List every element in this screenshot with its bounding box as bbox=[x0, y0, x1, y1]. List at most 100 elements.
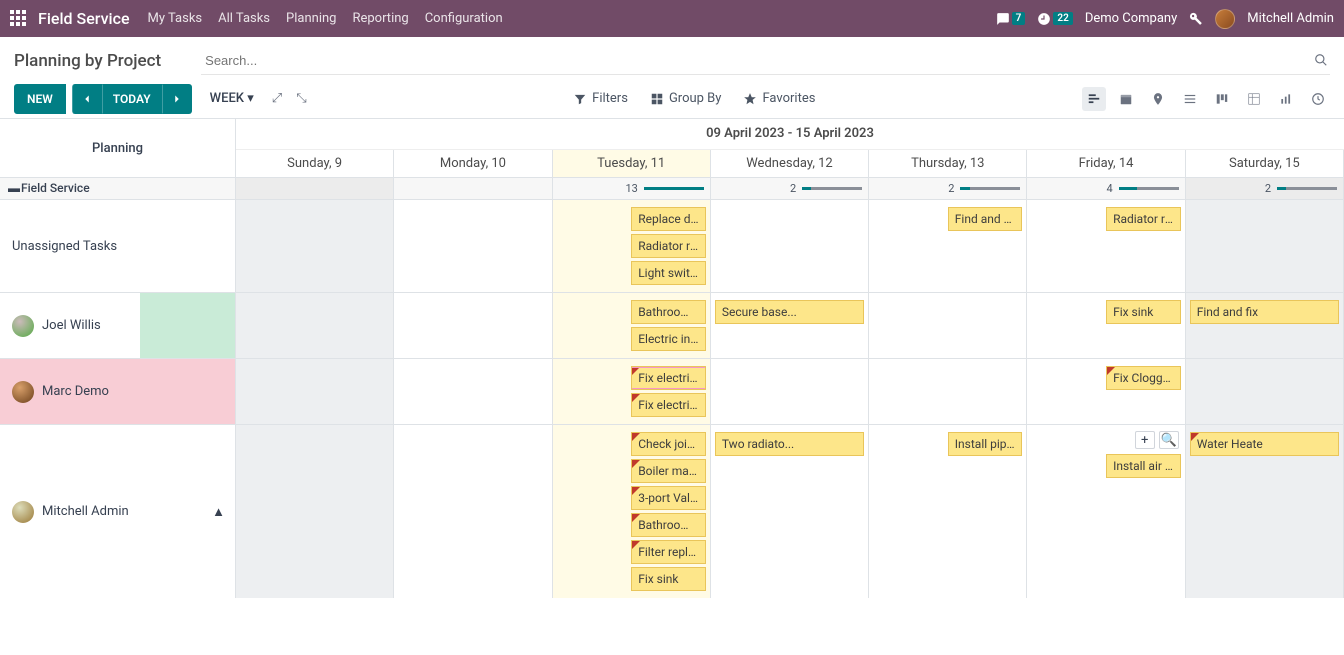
task-pill[interactable]: Two radiato... bbox=[715, 432, 864, 456]
search-input[interactable] bbox=[201, 47, 1330, 75]
planner-cell[interactable] bbox=[711, 359, 869, 424]
task-pill[interactable]: Radiator re... bbox=[1106, 207, 1181, 231]
task-pill[interactable]: Water Heate bbox=[1190, 432, 1339, 456]
task-pill[interactable]: Radiator re... bbox=[631, 234, 706, 258]
task-pill[interactable]: 3-port Valve... bbox=[631, 486, 706, 510]
task-pill[interactable]: Install air ex... bbox=[1106, 454, 1181, 478]
view-graph-icon[interactable] bbox=[1274, 87, 1298, 111]
prev-button[interactable] bbox=[72, 84, 102, 114]
row-label[interactable]: Unassigned Tasks bbox=[0, 200, 236, 292]
task-label: Secure base... bbox=[722, 305, 797, 319]
nav-configuration[interactable]: Configuration bbox=[425, 11, 503, 26]
view-kanban-icon[interactable] bbox=[1210, 87, 1234, 111]
planner-cell[interactable]: Fix electricals Fix electric c... bbox=[553, 359, 711, 424]
company-name[interactable]: Demo Company bbox=[1085, 11, 1177, 26]
view-gantt-icon[interactable] bbox=[1082, 87, 1106, 111]
nav-all-tasks[interactable]: All Tasks bbox=[218, 11, 270, 26]
task-pill[interactable]: Replace def... bbox=[631, 207, 706, 231]
task-pill[interactable]: Fix sink bbox=[631, 567, 706, 591]
priority-corner-icon bbox=[632, 367, 640, 375]
planner-cell[interactable] bbox=[869, 293, 1027, 358]
groupby-button[interactable]: Group By bbox=[650, 91, 722, 106]
task-pill[interactable]: Bathroom ti... bbox=[631, 300, 706, 324]
task-pill[interactable]: Install pipeli... bbox=[948, 432, 1023, 456]
planner-cell[interactable]: Install pipeli... bbox=[869, 425, 1027, 598]
planner-cell[interactable] bbox=[236, 293, 394, 358]
planner-cell[interactable]: Fix sink bbox=[1027, 293, 1185, 358]
planner-cell[interactable]: Check joints Boiler maint... 3-port Valve.… bbox=[553, 425, 711, 598]
planner-cell[interactable] bbox=[236, 359, 394, 424]
filters-button[interactable]: Filters bbox=[573, 91, 628, 106]
day-header: Saturday, 15 bbox=[1186, 150, 1344, 178]
row-name: Unassigned Tasks bbox=[12, 239, 117, 254]
wrench-icon[interactable] bbox=[1189, 12, 1203, 26]
nav-my-tasks[interactable]: My Tasks bbox=[148, 11, 203, 26]
add-icon[interactable]: + bbox=[1135, 431, 1155, 449]
planner-cell[interactable]: Find and fix ... bbox=[869, 200, 1027, 292]
group-row[interactable]: ▬ Field Service 132242 bbox=[0, 177, 1344, 199]
messages-indicator[interactable]: 7 bbox=[996, 12, 1026, 26]
planner-cell[interactable] bbox=[869, 359, 1027, 424]
planner-cell[interactable] bbox=[1186, 359, 1344, 424]
task-pill[interactable]: Fix electricals bbox=[631, 366, 706, 390]
apps-icon[interactable] bbox=[10, 10, 28, 28]
user-name[interactable]: Mitchell Admin bbox=[1247, 11, 1334, 26]
planner-cell[interactable] bbox=[394, 293, 552, 358]
row-name: Joel Willis bbox=[42, 318, 101, 333]
task-pill[interactable]: Bathroom v... bbox=[631, 513, 706, 537]
planner-cell[interactable]: +🔍 Install air ex... bbox=[1027, 425, 1185, 598]
task-pill[interactable]: Fix Clogged... bbox=[1106, 366, 1181, 390]
search-icon[interactable] bbox=[1314, 53, 1328, 71]
expand-icon[interactable]: ⤢ bbox=[272, 91, 282, 106]
task-pill[interactable]: Find and fix ... bbox=[948, 207, 1023, 231]
planner-cell[interactable] bbox=[236, 200, 394, 292]
view-map-icon[interactable] bbox=[1146, 87, 1170, 111]
planner-cell[interactable] bbox=[394, 359, 552, 424]
next-button[interactable] bbox=[162, 84, 192, 114]
task-pill[interactable]: Electric inst... bbox=[631, 327, 706, 351]
view-pivot-icon[interactable] bbox=[1242, 87, 1266, 111]
row-label[interactable]: Marc Demo bbox=[0, 359, 236, 424]
priority-corner-icon bbox=[632, 460, 640, 468]
planner-cell[interactable]: Fix Clogged... bbox=[1027, 359, 1185, 424]
row-label[interactable]: Mitchell Admin▲ bbox=[0, 425, 236, 598]
activities-indicator[interactable]: 22 bbox=[1037, 12, 1072, 26]
planner-cell[interactable]: Find and fix bbox=[1186, 293, 1344, 358]
view-list-icon[interactable] bbox=[1178, 87, 1202, 111]
app-brand[interactable]: Field Service bbox=[38, 9, 130, 28]
nav-reporting[interactable]: Reporting bbox=[352, 11, 408, 26]
planner-cell[interactable]: Secure base... bbox=[711, 293, 869, 358]
planner-cell[interactable] bbox=[394, 425, 552, 598]
planner-cell[interactable]: Replace def... Radiator re... Light switch… bbox=[553, 200, 711, 292]
task-pill[interactable]: Filter replac... bbox=[631, 540, 706, 564]
view-activity-icon[interactable] bbox=[1306, 87, 1330, 111]
task-pill[interactable]: Light switch... bbox=[631, 261, 706, 285]
planner-cell[interactable]: Two radiato... bbox=[711, 425, 869, 598]
task-pill[interactable]: Fix electric c... bbox=[631, 393, 706, 417]
view-calendar-icon[interactable] bbox=[1114, 87, 1138, 111]
new-button[interactable]: NEW bbox=[14, 84, 66, 114]
user-avatar[interactable] bbox=[1215, 9, 1235, 29]
scale-selector[interactable]: WEEK ▾ bbox=[210, 91, 254, 106]
planner-cell[interactable]: Radiator re... bbox=[1027, 200, 1185, 292]
planner-cell[interactable] bbox=[1186, 200, 1344, 292]
collapse-icon[interactable]: ⤡ bbox=[296, 91, 306, 106]
task-pill[interactable]: Check joints bbox=[631, 432, 706, 456]
planner-cell[interactable]: Water Heate bbox=[1186, 425, 1344, 598]
zoom-icon[interactable]: 🔍 bbox=[1159, 431, 1179, 449]
favorites-button[interactable]: Favorites bbox=[743, 91, 815, 106]
planner-cell[interactable] bbox=[236, 425, 394, 598]
user-avatar-icon bbox=[12, 501, 34, 523]
row-label[interactable]: Joel Willis bbox=[0, 293, 236, 358]
nav-planning[interactable]: Planning bbox=[286, 11, 336, 26]
group-label[interactable]: ▬ Field Service bbox=[0, 178, 236, 199]
planner-cell[interactable] bbox=[394, 200, 552, 292]
day-header: Thursday, 13 bbox=[869, 150, 1027, 178]
today-button[interactable]: TODAY bbox=[102, 84, 162, 114]
planner-cell[interactable] bbox=[711, 200, 869, 292]
task-pill[interactable]: Fix sink bbox=[1106, 300, 1181, 324]
task-pill[interactable]: Secure base... bbox=[715, 300, 864, 324]
planner-cell[interactable]: Bathroom ti... Electric inst... bbox=[553, 293, 711, 358]
task-pill[interactable]: Find and fix bbox=[1190, 300, 1339, 324]
task-pill[interactable]: Boiler maint... bbox=[631, 459, 706, 483]
